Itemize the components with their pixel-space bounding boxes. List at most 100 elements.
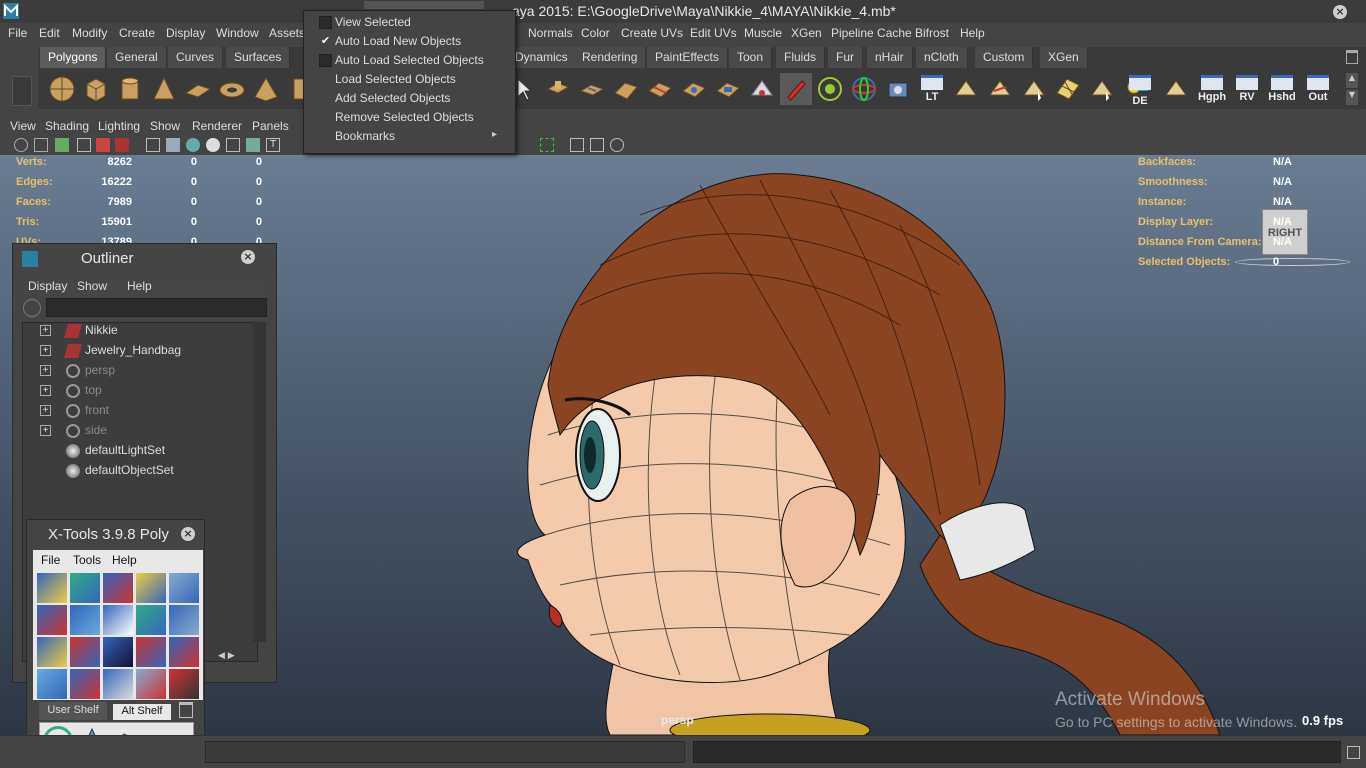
snap-icon[interactable] — [814, 73, 846, 105]
outliner-item-default-light-set[interactable]: defaultLightSet — [38, 441, 258, 461]
xtool-12-icon[interactable] — [70, 637, 100, 667]
menu-file[interactable]: File — [8, 26, 27, 40]
menu-display[interactable]: Display — [166, 26, 205, 40]
menu-item-auto-load-selected[interactable]: Auto Load Selected Objects — [335, 53, 484, 67]
tab-curves[interactable]: Curves — [168, 47, 224, 68]
xtool-8-icon[interactable] — [103, 605, 133, 635]
xtool-6-icon[interactable] — [37, 605, 67, 635]
bookmark-icon[interactable] — [34, 138, 48, 152]
outliner-search-input[interactable] — [46, 298, 267, 317]
shelf-de-button[interactable]: DE — [1124, 73, 1156, 107]
uv-move-icon[interactable] — [1086, 73, 1118, 105]
tab-xgen[interactable]: XGen — [1040, 47, 1088, 68]
panel-menu-shading[interactable]: Shading — [45, 119, 89, 133]
tab-painteffects[interactable]: PaintEffects — [647, 47, 728, 68]
uv-select-icon[interactable] — [1018, 73, 1050, 105]
poly-mirror-icon[interactable] — [712, 73, 744, 105]
menu-assets[interactable]: Assets — [269, 26, 305, 40]
xtool-4-icon[interactable] — [136, 573, 166, 603]
shelf-hshd-button[interactable]: Hshd — [1266, 73, 1298, 105]
menu-item-add-selected[interactable]: Add Selected Objects — [335, 91, 450, 105]
tab-rendering[interactable]: Rendering — [574, 47, 647, 68]
tab-ncloth[interactable]: nCloth — [916, 47, 968, 68]
paint-tool-icon[interactable] — [780, 73, 812, 105]
outliner-item-top[interactable]: + top — [38, 381, 258, 401]
panel-menu-show[interactable]: Show — [150, 119, 180, 133]
poly-cone-icon[interactable] — [148, 73, 180, 105]
expand-icon[interactable]: + — [40, 325, 51, 336]
outliner-item-front[interactable]: + front — [38, 401, 258, 421]
outliner-item-nikkie[interactable]: + Nikkie — [38, 321, 258, 341]
menu-create-uvs[interactable]: Create UVs — [621, 26, 683, 40]
panel-menu-view[interactable]: View — [10, 119, 36, 133]
view-selected-checkbox[interactable] — [319, 16, 332, 29]
menu-window[interactable]: Window — [216, 26, 259, 40]
check-icon[interactable]: ✔ — [319, 35, 332, 48]
shelf-scroll-up[interactable]: ▲ — [1346, 73, 1358, 88]
tab-fluids[interactable]: Fluids — [776, 47, 826, 68]
auto-load-selected-checkbox[interactable] — [319, 54, 332, 67]
menu-item-bookmarks[interactable]: Bookmarks — [335, 129, 395, 143]
poly-cylinder-icon[interactable] — [114, 73, 146, 105]
expand-icon[interactable]: + — [40, 385, 51, 396]
outliner-scrollbar[interactable] — [253, 322, 266, 642]
expand-icon[interactable]: + — [40, 365, 51, 376]
shelf-out-button[interactable]: Out — [1302, 73, 1334, 105]
xtool-15-icon[interactable] — [169, 637, 199, 667]
xtool-19-icon[interactable] — [136, 669, 166, 699]
menu-item-remove-selected[interactable]: Remove Selected Objects — [335, 110, 474, 124]
outliner-close-button[interactable]: × — [241, 250, 255, 264]
menu-help[interactable]: Help — [960, 26, 985, 40]
tab-custom[interactable]: Custom — [975, 47, 1034, 68]
xtools-close-button[interactable]: × — [181, 527, 195, 541]
tab-polygons[interactable]: Polygons — [40, 47, 107, 68]
outliner-menu-display[interactable]: Display — [28, 279, 67, 293]
close-window-button[interactable]: × — [1333, 5, 1347, 19]
menu-normals[interactable]: Normals — [528, 26, 573, 40]
uv-grid-icon[interactable] — [1052, 73, 1084, 105]
outliner-menu-help[interactable]: Help — [127, 279, 152, 293]
outliner-item-side[interactable]: + side — [38, 421, 258, 441]
tab-alt-shelf[interactable]: Alt Shelf — [113, 704, 171, 720]
outliner-item-jewelry-handbag[interactable]: + Jewelry_Handbag — [38, 341, 258, 361]
xtool-7-icon[interactable] — [70, 605, 100, 635]
wireframe-icon[interactable] — [146, 138, 160, 152]
outliner-item-default-object-set[interactable]: defaultObjectSet — [38, 461, 258, 481]
tab-surfaces[interactable]: Surfaces — [226, 47, 291, 68]
xtools-menu-file[interactable]: File — [41, 553, 60, 567]
split-poly-icon[interactable] — [644, 73, 676, 105]
uv-tile-icon[interactable] — [1160, 73, 1192, 105]
outliner-menu-show[interactable]: Show — [77, 279, 107, 293]
xtool-5-icon[interactable] — [169, 573, 199, 603]
panel-menu-lighting[interactable]: Lighting — [98, 119, 140, 133]
text-icon[interactable]: T — [266, 138, 280, 152]
share-icon[interactable] — [610, 138, 624, 152]
xtools-menu-help[interactable]: Help — [112, 553, 137, 567]
poly-sphere-icon[interactable] — [46, 73, 78, 105]
film-gate-icon[interactable] — [96, 138, 110, 152]
tab-user-shelf[interactable]: User Shelf — [39, 702, 107, 720]
mel-command-input[interactable] — [205, 741, 685, 763]
menu-edit-uvs[interactable]: Edit UVs — [690, 26, 737, 40]
image-plane-icon[interactable] — [55, 138, 69, 152]
xtool-11-icon[interactable] — [37, 637, 67, 667]
poly-pyramid-icon[interactable] — [250, 73, 282, 105]
shelf-handle[interactable] — [12, 76, 32, 106]
render-icon[interactable] — [882, 73, 914, 105]
menu-item-view-selected[interactable]: View Selected — [335, 15, 411, 29]
xtool-9-icon[interactable] — [136, 605, 166, 635]
menu-bifrost[interactable]: Bifrost — [915, 26, 949, 40]
xray-joints-icon[interactable] — [590, 138, 604, 152]
tab-fur[interactable]: Fur — [828, 47, 863, 68]
menu-create[interactable]: Create — [119, 26, 155, 40]
filter-icon[interactable] — [23, 299, 41, 317]
isolate-icon[interactable] — [570, 138, 584, 152]
append-poly-icon[interactable] — [610, 73, 642, 105]
xtool-14-icon[interactable] — [136, 637, 166, 667]
camera-attr-icon[interactable] — [14, 138, 28, 152]
uv-layout-icon[interactable] — [950, 73, 982, 105]
expand-icon[interactable]: + — [40, 345, 51, 356]
xtool-16-icon[interactable] — [37, 669, 67, 699]
xtools-menu-tools[interactable]: Tools — [73, 553, 101, 567]
textured-icon[interactable] — [246, 138, 260, 152]
